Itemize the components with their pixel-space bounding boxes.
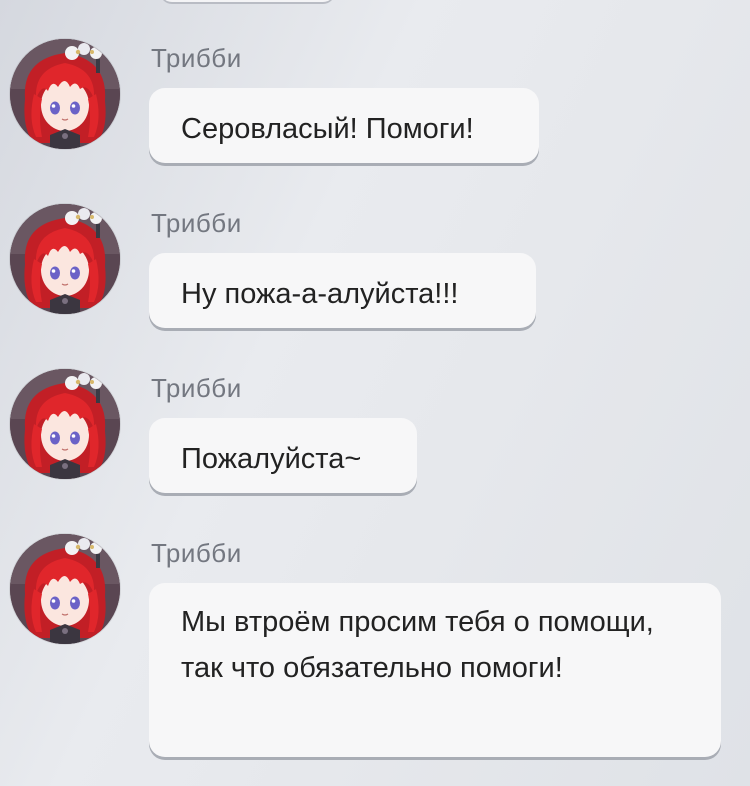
message-bubble[interactable]: Мы втроём просим тебя о помощи, так что …	[149, 583, 721, 757]
avatar-icon[interactable]	[10, 534, 120, 644]
sender-name: Трибби	[151, 373, 242, 403]
sender-name: Трибби	[151, 43, 242, 73]
avatar-icon[interactable]	[10, 204, 120, 314]
avatar-icon[interactable]	[10, 39, 120, 149]
message-bubble[interactable]: Серовласый! Помоги!	[149, 88, 539, 163]
message-bubble[interactable]: Ну пожа-а-алуйста!!!	[149, 253, 536, 328]
chat-log: Трибби Серовласый! Помоги! Трибби Ну пож…	[0, 0, 750, 786]
previous-message-bubble-edge	[160, 0, 335, 2]
sender-name: Трибби	[151, 538, 242, 568]
avatar-icon[interactable]	[10, 369, 120, 479]
sender-name: Трибби	[151, 208, 242, 238]
message-bubble[interactable]: Пожалуйста~	[149, 418, 417, 493]
